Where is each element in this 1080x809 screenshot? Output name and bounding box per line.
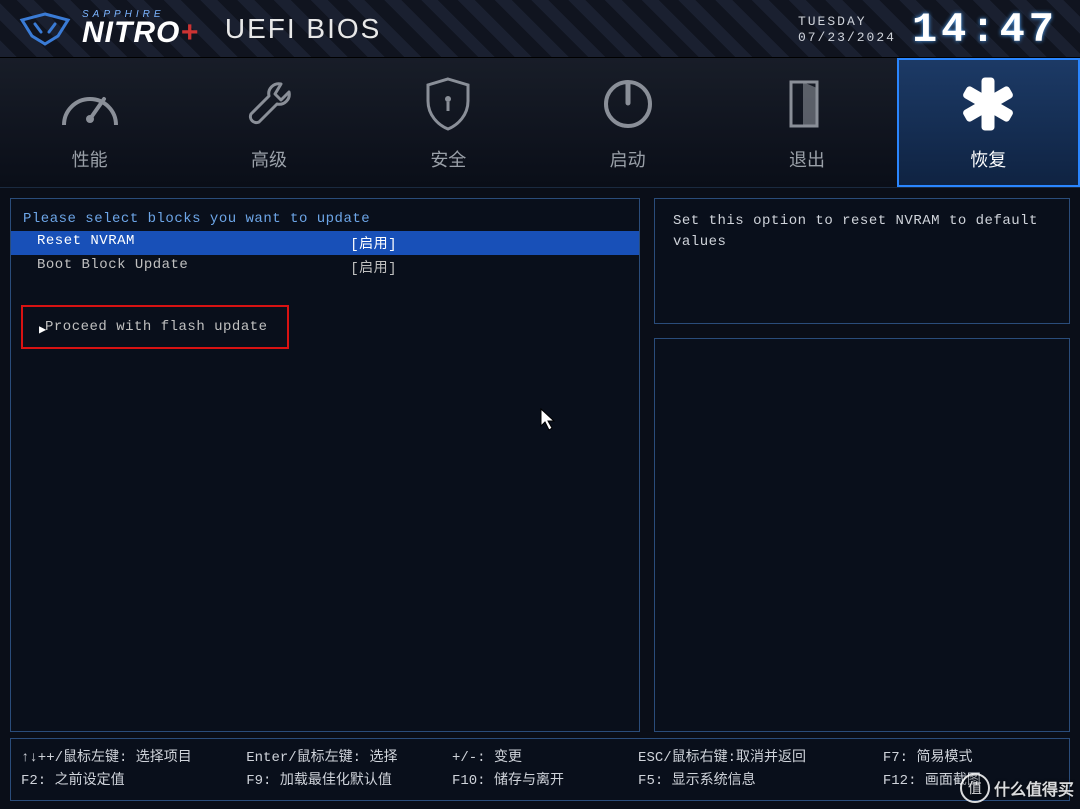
hint-nav-select: ↑↓++/鼠标左键: 选择项目: [21, 747, 236, 769]
nav-tab-boot[interactable]: 启动: [538, 58, 717, 187]
proceed-flash-update[interactable]: ▶ Proceed with flash update: [21, 305, 289, 349]
nav-label: 退出: [789, 146, 825, 172]
help-text: Set this option to reset NVRAM to defaul…: [673, 211, 1051, 253]
options-panel: Please select blocks you want to update …: [10, 198, 640, 732]
exit-icon: [783, 74, 831, 134]
header-day: TUESDAY: [798, 14, 896, 30]
option-value: [启用]: [350, 233, 627, 253]
hint-change: +/-: 变更: [452, 747, 628, 769]
hint-f7: F7: 简易模式: [883, 747, 1059, 769]
nav-tab-recovery[interactable]: 恢复: [897, 58, 1080, 187]
nav-tab-performance[interactable]: 性能: [0, 58, 179, 187]
content-area: Please select blocks you want to update …: [0, 188, 1080, 732]
key-hint-bar: ↑↓++/鼠标左键: 选择项目 F2: 之前设定值 Enter/鼠标左键: 选择…: [10, 738, 1070, 801]
brand-main: NITRO: [82, 16, 180, 49]
hint-f9: F9: 加载最佳化默认值: [246, 770, 442, 792]
panel-instruction: Please select blocks you want to update: [11, 211, 639, 231]
watermark-badge-icon: 值: [960, 773, 990, 803]
nav-tab-advanced[interactable]: 高级: [179, 58, 358, 187]
nav-label: 性能: [72, 146, 108, 172]
option-name: Reset NVRAM: [37, 233, 135, 253]
header-time: 14:47: [912, 6, 1058, 54]
watermark: 值 什么值得买: [960, 773, 1074, 803]
header-date: 07/23/2024: [798, 30, 896, 46]
option-value: [启用]: [350, 257, 627, 277]
header-title: UEFI BIOS: [225, 13, 381, 45]
brand-logo: SAPPHIRE NITRO+: [18, 9, 199, 48]
hint-f2: F2: 之前设定值: [21, 770, 236, 792]
nav-label: 启动: [610, 146, 646, 172]
nitro-logo-icon: [18, 10, 72, 48]
hint-f10: F10: 储存与离开: [452, 770, 628, 792]
nav-tab-security[interactable]: 安全: [359, 58, 538, 187]
submenu-arrow-icon: ▶: [39, 322, 47, 337]
nav-label: 安全: [430, 146, 466, 172]
recovery-icon: [959, 74, 1017, 134]
info-panel: [654, 338, 1070, 732]
nav-label: 恢复: [970, 146, 1006, 172]
wrench-icon: [241, 74, 297, 134]
hint-f5: F5: 显示系统信息: [638, 770, 873, 792]
brand-plus: +: [180, 16, 199, 49]
nav-tab-exit[interactable]: 退出: [717, 58, 896, 187]
brand-text: SAPPHIRE NITRO+: [82, 9, 199, 48]
bios-header: SAPPHIRE NITRO+ UEFI BIOS TUESDAY 07/23/…: [0, 0, 1080, 58]
option-name: Boot Block Update: [37, 257, 188, 277]
option-boot-block-update[interactable]: Boot Block Update [启用]: [11, 255, 639, 279]
hint-enter: Enter/鼠标左键: 选择: [246, 747, 442, 769]
power-icon: [601, 74, 655, 134]
shield-icon: [424, 74, 472, 134]
nav-label: 高级: [251, 146, 287, 172]
header-clock-area: TUESDAY 07/23/2024 14:47: [798, 6, 1058, 54]
help-panel: Set this option to reset NVRAM to defaul…: [654, 198, 1070, 324]
side-panels: Set this option to reset NVRAM to defaul…: [654, 198, 1070, 732]
top-nav: 性能 高级 安全 启动: [0, 58, 1080, 188]
watermark-text: 什么值得买: [994, 776, 1074, 800]
option-reset-nvram[interactable]: Reset NVRAM [启用]: [11, 231, 639, 255]
gauge-icon: [58, 74, 122, 134]
hint-esc: ESC/鼠标右键:取消并返回: [638, 747, 873, 769]
proceed-label: Proceed with flash update: [45, 319, 268, 335]
